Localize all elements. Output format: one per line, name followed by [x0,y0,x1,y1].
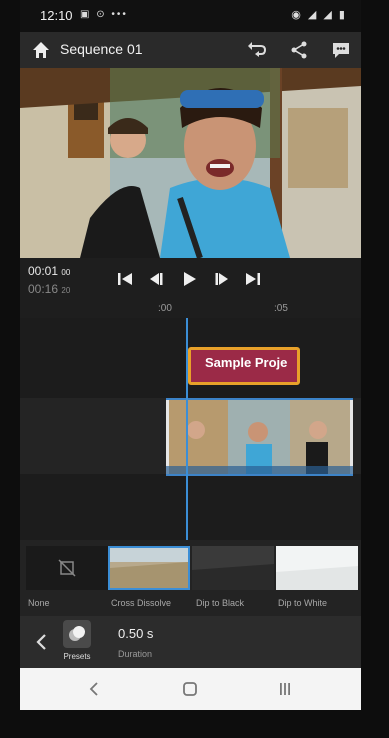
ruler-tick-label: :00 [158,303,172,314]
playhead[interactable] [186,318,188,542]
share-icon[interactable] [288,39,310,61]
sequence-title: Sequence 01 [60,41,143,57]
presets-button[interactable]: Presets [60,620,94,664]
presets-label: Presets [63,652,91,661]
ruler-tick-label: :05 [274,303,288,314]
back-chevron-icon[interactable] [34,632,50,652]
status-bar: 12:10 ▣ ⊙ ••• ◉ ◢ ◢ ▮ [20,0,361,32]
status-left-icons: ▣ ⊙ ••• [80,9,128,20]
nav-recents-icon[interactable] [276,680,294,698]
nav-back-icon[interactable] [86,680,104,698]
status-right-icons: ◉ ◢ ◢ ▮ [291,9,347,21]
presets-icon [63,620,91,648]
title-clip[interactable]: Sample Proje [188,347,300,385]
video-preview[interactable] [20,68,361,258]
transition-picker: None Cross Dissolve Dip to Black Dip to … [20,540,361,616]
comment-icon[interactable] [330,39,352,61]
duration-label: Duration [118,649,153,659]
current-timecode: 00:01 00 [28,264,71,278]
transition-label-cross-dissolve: Cross Dissolve [111,598,172,608]
transition-label-none: None [28,598,50,608]
transition-dip-to-black[interactable] [192,546,274,590]
step-back-icon[interactable] [146,268,168,290]
home-icon[interactable] [30,39,52,61]
duration-value[interactable]: 0.50 s [118,626,153,641]
transition-none[interactable] [26,546,108,590]
skip-to-start-icon[interactable] [114,268,136,290]
title-clip-label: Sample Proje [205,355,288,370]
bottom-toolbar: Presets 0.50 s Duration [20,616,361,668]
playback-controls: 00:01 00 00:16 20 [20,258,361,306]
system-nav-bar [20,668,361,710]
transition-label-dip-to-white: Dip to White [278,598,328,608]
status-time: 12:10 [40,8,73,23]
top-bar: Sequence 01 [20,32,361,68]
video-clip[interactable] [166,398,353,476]
transition-dip-to-white[interactable] [276,546,358,590]
app-window: 12:10 ▣ ⊙ ••• ◉ ◢ ◢ ▮ Sequence 01 00:01 … [20,0,361,710]
time-ruler[interactable]: :00 :05 [20,300,361,318]
no-transition-icon [58,559,76,577]
skip-to-end-icon[interactable] [242,268,264,290]
step-forward-icon[interactable] [210,268,232,290]
play-icon[interactable] [178,268,200,290]
transition-cross-dissolve[interactable] [108,546,190,590]
total-duration: 00:16 20 [28,282,71,296]
transition-label-dip-to-black: Dip to Black [196,598,245,608]
nav-home-icon[interactable] [181,680,199,698]
undo-icon[interactable] [246,39,268,61]
